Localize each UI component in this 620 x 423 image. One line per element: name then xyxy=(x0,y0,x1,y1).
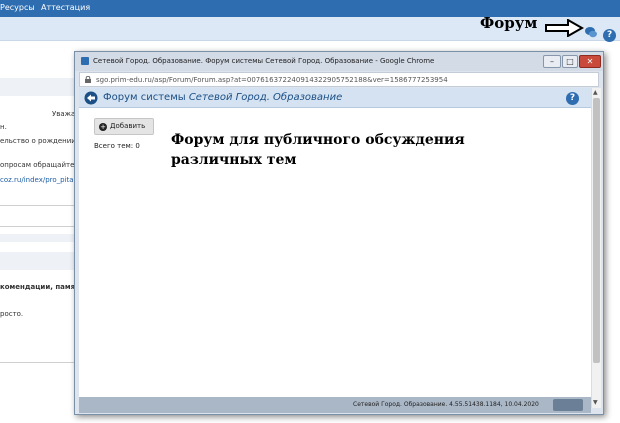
bg-section-header xyxy=(0,78,80,96)
help-icon[interactable]: ? xyxy=(603,29,617,42)
browser-popup-window: Сетевой Город. Образование. Форум систем… xyxy=(74,51,604,415)
address-bar[interactable]: sgo.prim-edu.ru/asp/Forum/Forum.asp?at=0… xyxy=(79,72,599,87)
page-header: Форум системы Сетевой Город. Образование… xyxy=(79,88,591,108)
footer-version-text: Сетевой Город. Образование. 4.55.51438.1… xyxy=(353,401,539,408)
maximize-button[interactable]: □ xyxy=(562,55,578,68)
forum-description-annotation: Форум для публичного обсуждения различны… xyxy=(171,132,465,168)
scroll-thumb[interactable] xyxy=(593,98,600,363)
plus-circle-icon: + xyxy=(99,123,107,131)
close-button[interactable]: ✕ xyxy=(579,55,601,68)
add-topic-button[interactable]: + Добавить xyxy=(94,118,154,135)
add-topic-label: Добавить xyxy=(110,122,146,130)
nav-resources[interactable]: Ресурсы xyxy=(0,3,35,12)
window-title: Сетевой Город. Образование. Форум систем… xyxy=(93,57,435,65)
arrow-pointer-icon xyxy=(545,19,584,37)
bg-text-fragment: опросам обращайте xyxy=(0,161,75,169)
page-footer: Сетевой Город. Образование. 4.55.51438.1… xyxy=(79,397,591,413)
divider xyxy=(0,226,78,227)
nav-certification[interactable]: Аттестация xyxy=(41,3,90,12)
page-title: Форум системы Сетевой Город. Образование xyxy=(103,92,342,103)
minimize-button[interactable]: – xyxy=(543,55,561,68)
page-title-brand: Сетевой Город. Образование xyxy=(188,92,343,103)
bg-text-fragment: росто. xyxy=(0,310,24,318)
topic-count: Всего тем: 0 xyxy=(94,142,140,150)
scroll-top-button[interactable] xyxy=(553,399,583,411)
scroll-down-icon[interactable]: ▼ xyxy=(593,399,598,406)
url-text: sgo.prim-edu.ru/asp/Forum/Forum.asp?at=0… xyxy=(96,76,448,84)
bg-section-header xyxy=(0,252,80,270)
lock-icon xyxy=(85,76,91,83)
window-titlebar[interactable]: Сетевой Город. Образование. Форум систем… xyxy=(75,52,603,71)
chat-icon[interactable] xyxy=(584,26,598,39)
vertical-scrollbar[interactable]: ▲ ▼ xyxy=(591,88,601,408)
bg-text-fragment: н. xyxy=(0,123,7,131)
page-title-prefix: Форум системы xyxy=(103,92,186,103)
favicon-icon xyxy=(81,57,89,65)
divider xyxy=(0,205,78,206)
page-content: Форум системы Сетевой Город. Образование… xyxy=(79,88,591,408)
forum-annotation-label: Форум xyxy=(480,14,538,32)
help-icon[interactable]: ? xyxy=(566,92,579,105)
back-arrow-icon[interactable] xyxy=(84,91,98,105)
bg-text-fragment: ельство о рождении xyxy=(0,137,76,145)
bg-section-strip xyxy=(0,234,80,242)
bg-link-fragment[interactable]: cоz.ru/index/pro_pita xyxy=(0,176,74,184)
header-icons: ? xyxy=(584,22,617,42)
divider xyxy=(0,362,78,363)
scroll-up-icon[interactable]: ▲ xyxy=(593,89,598,96)
